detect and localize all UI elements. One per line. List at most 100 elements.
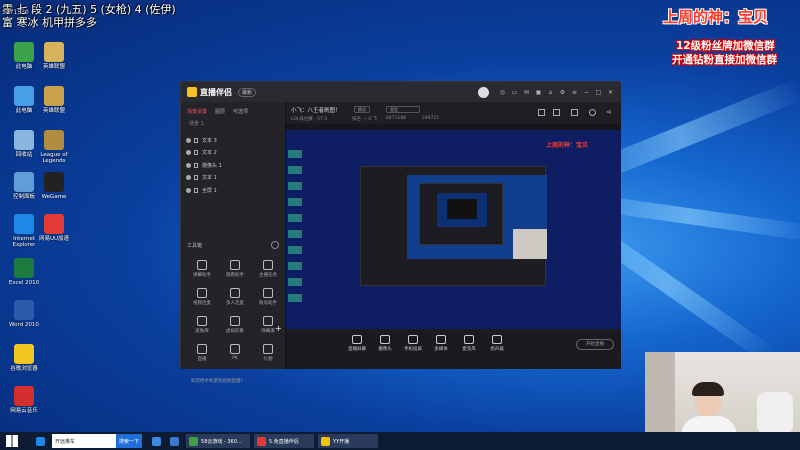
taskbar-browser-icon[interactable] — [36, 434, 48, 448]
taskbar-app-icon[interactable] — [170, 434, 182, 448]
tool-button[interactable]: 虚拟形象 — [220, 316, 250, 334]
gift-icon[interactable]: ▣ — [534, 88, 543, 97]
desktop-icon[interactable]: Word 2010 — [4, 300, 44, 328]
stat-rank: 排名 — 0 飞 — [352, 117, 378, 122]
message-icon[interactable]: ▭ — [510, 88, 519, 97]
desktop-icon-label: 谷歌浏览器 — [10, 366, 38, 372]
maximize-icon[interactable]: □ — [594, 88, 603, 97]
lock-icon[interactable] — [194, 137, 198, 143]
tab-layer[interactable]: 图层 — [215, 108, 225, 115]
edit-button[interactable]: 换设 — [354, 106, 370, 113]
wegame-icon — [44, 172, 64, 192]
lock-icon[interactable] — [194, 175, 198, 181]
tools-more-icon[interactable] — [271, 241, 279, 249]
share-icon[interactable]: ⋖ — [606, 108, 612, 116]
minimize-icon[interactable]: − — [582, 88, 591, 97]
control-button[interactable]: 摄像头 — [372, 335, 398, 352]
tool-icon — [230, 260, 240, 270]
tool-button[interactable]: 视频连麦 — [187, 288, 217, 306]
tab-options[interactable]: 可选项 — [233, 108, 248, 115]
tool-button[interactable]: 礼物 — [253, 344, 283, 362]
tool-icon — [197, 344, 207, 354]
scene-name[interactable]: 场景 1 — [181, 117, 285, 130]
eye-icon[interactable] — [186, 175, 191, 181]
tool-button[interactable]: PK — [220, 344, 250, 361]
tool-button[interactable]: 皮肤库 — [187, 316, 217, 334]
control-button[interactable]: 麦克风 — [456, 335, 482, 352]
source-item[interactable]: 摄像头 1 — [181, 159, 285, 172]
desktop-icon[interactable]: 英雄联盟 — [34, 86, 74, 114]
lock-icon[interactable] — [194, 150, 198, 156]
control-panel-icon — [14, 172, 34, 192]
lol-icon — [44, 130, 64, 150]
desktop-icon[interactable]: League of Legends — [34, 130, 74, 164]
source-label: 摄像头 1 — [202, 162, 222, 169]
tool-button[interactable]: 直播 — [187, 344, 217, 362]
settings-icon[interactable]: ⚙ — [558, 88, 567, 97]
promo-line-1: 12级粉丝牌加微信群 — [676, 40, 775, 52]
lock-icon[interactable] — [194, 187, 198, 193]
start-live-button[interactable]: 开始直播 — [576, 339, 614, 350]
control-button[interactable]: 多媒体 — [428, 335, 454, 352]
desktop-icon[interactable]: 英雄联盟 — [34, 42, 74, 70]
word-icon — [14, 300, 34, 320]
control-icon — [464, 335, 474, 344]
source-label: 文本 1 — [202, 175, 217, 182]
tool-button[interactable]: 账号助手 — [253, 288, 283, 306]
eye-icon[interactable] — [186, 137, 191, 143]
control-icon — [352, 335, 362, 344]
desktop-icon[interactable]: 网易云音乐 — [4, 386, 44, 414]
tool-button[interactable]: 多人连麦 — [220, 288, 250, 306]
stream-subtitle: LOL排位赛 · 57.5 — [291, 117, 328, 122]
tool-button[interactable]: 弹幕助手 — [187, 260, 217, 278]
control-button[interactable]: 手机投屏 — [400, 335, 426, 352]
tool-button[interactable]: 主播任务 — [253, 260, 283, 278]
store-icon[interactable] — [538, 109, 545, 116]
eye-icon[interactable] — [186, 162, 191, 168]
version-badge[interactable]: 最新 — [238, 87, 257, 97]
control-icon — [408, 335, 418, 344]
close-icon[interactable]: ✕ — [606, 88, 615, 97]
shirt-icon[interactable]: ⌂ — [546, 88, 555, 97]
windows-start-icon[interactable] — [6, 435, 18, 447]
screen-icon[interactable] — [571, 109, 578, 116]
desktop-icon[interactable]: Excel 2010 — [4, 258, 44, 286]
chrome-icon — [14, 344, 34, 364]
avatar[interactable] — [478, 86, 489, 98]
desktop-icon-label: 英雄联盟 — [42, 64, 65, 70]
source-item[interactable]: 全屏 1 — [181, 184, 285, 197]
tool-label: 主播任务 — [259, 273, 277, 278]
taskbar-item-game[interactable]: 58云游戏 - 360... — [186, 434, 251, 448]
taskbar-item-game-label: 58云游戏 - 360... — [201, 438, 242, 445]
desktop-icon[interactable]: 谷歌浏览器 — [4, 344, 44, 372]
taskbar-item-live[interactable]: 5.免直播伴侣 — [254, 434, 315, 448]
desktop-icon[interactable]: WeGame — [34, 172, 74, 200]
headset-icon[interactable]: ◎ — [498, 88, 507, 97]
search-input[interactable]: 开远推车 — [52, 434, 116, 448]
tool-label: 多人连麦 — [226, 301, 244, 306]
control-label: 扬声器 — [490, 347, 504, 352]
add-source-icon[interactable]: + — [275, 324, 282, 333]
tab-scene[interactable]: 场景设置 — [187, 108, 207, 115]
mail-icon[interactable]: ✉ — [522, 88, 531, 97]
taskbar-ie-icon[interactable] — [152, 434, 164, 448]
lock-icon[interactable] — [553, 109, 560, 116]
nested-webcam — [513, 229, 547, 259]
desktop-icon[interactable]: 网易UU加速 — [34, 214, 74, 242]
bottom-tip[interactable]: 如何把手机游戏视频直播？ — [191, 378, 245, 384]
tool-button[interactable]: 观看助手 — [220, 260, 250, 278]
search-button[interactable]: 搜索一下 — [116, 434, 143, 448]
tool-label: 礼物 — [263, 357, 273, 362]
control-button[interactable]: 直播屏幕 — [344, 335, 370, 352]
menu-icon[interactable]: ≡ — [570, 88, 579, 97]
source-item[interactable]: 文本 3 — [181, 134, 285, 147]
source-item[interactable]: 文本 1 — [181, 172, 285, 185]
bell-icon[interactable] — [589, 109, 596, 116]
source-item[interactable]: 文本 2 — [181, 147, 285, 160]
control-button[interactable]: 扬声器 — [484, 335, 510, 352]
eye-icon[interactable] — [186, 150, 191, 156]
tag-button[interactable]: 类型 — [386, 106, 420, 113]
eye-icon[interactable] — [186, 187, 191, 193]
lock-icon[interactable] — [194, 162, 198, 168]
taskbar-item-yy[interactable]: YY开播 — [318, 434, 379, 448]
